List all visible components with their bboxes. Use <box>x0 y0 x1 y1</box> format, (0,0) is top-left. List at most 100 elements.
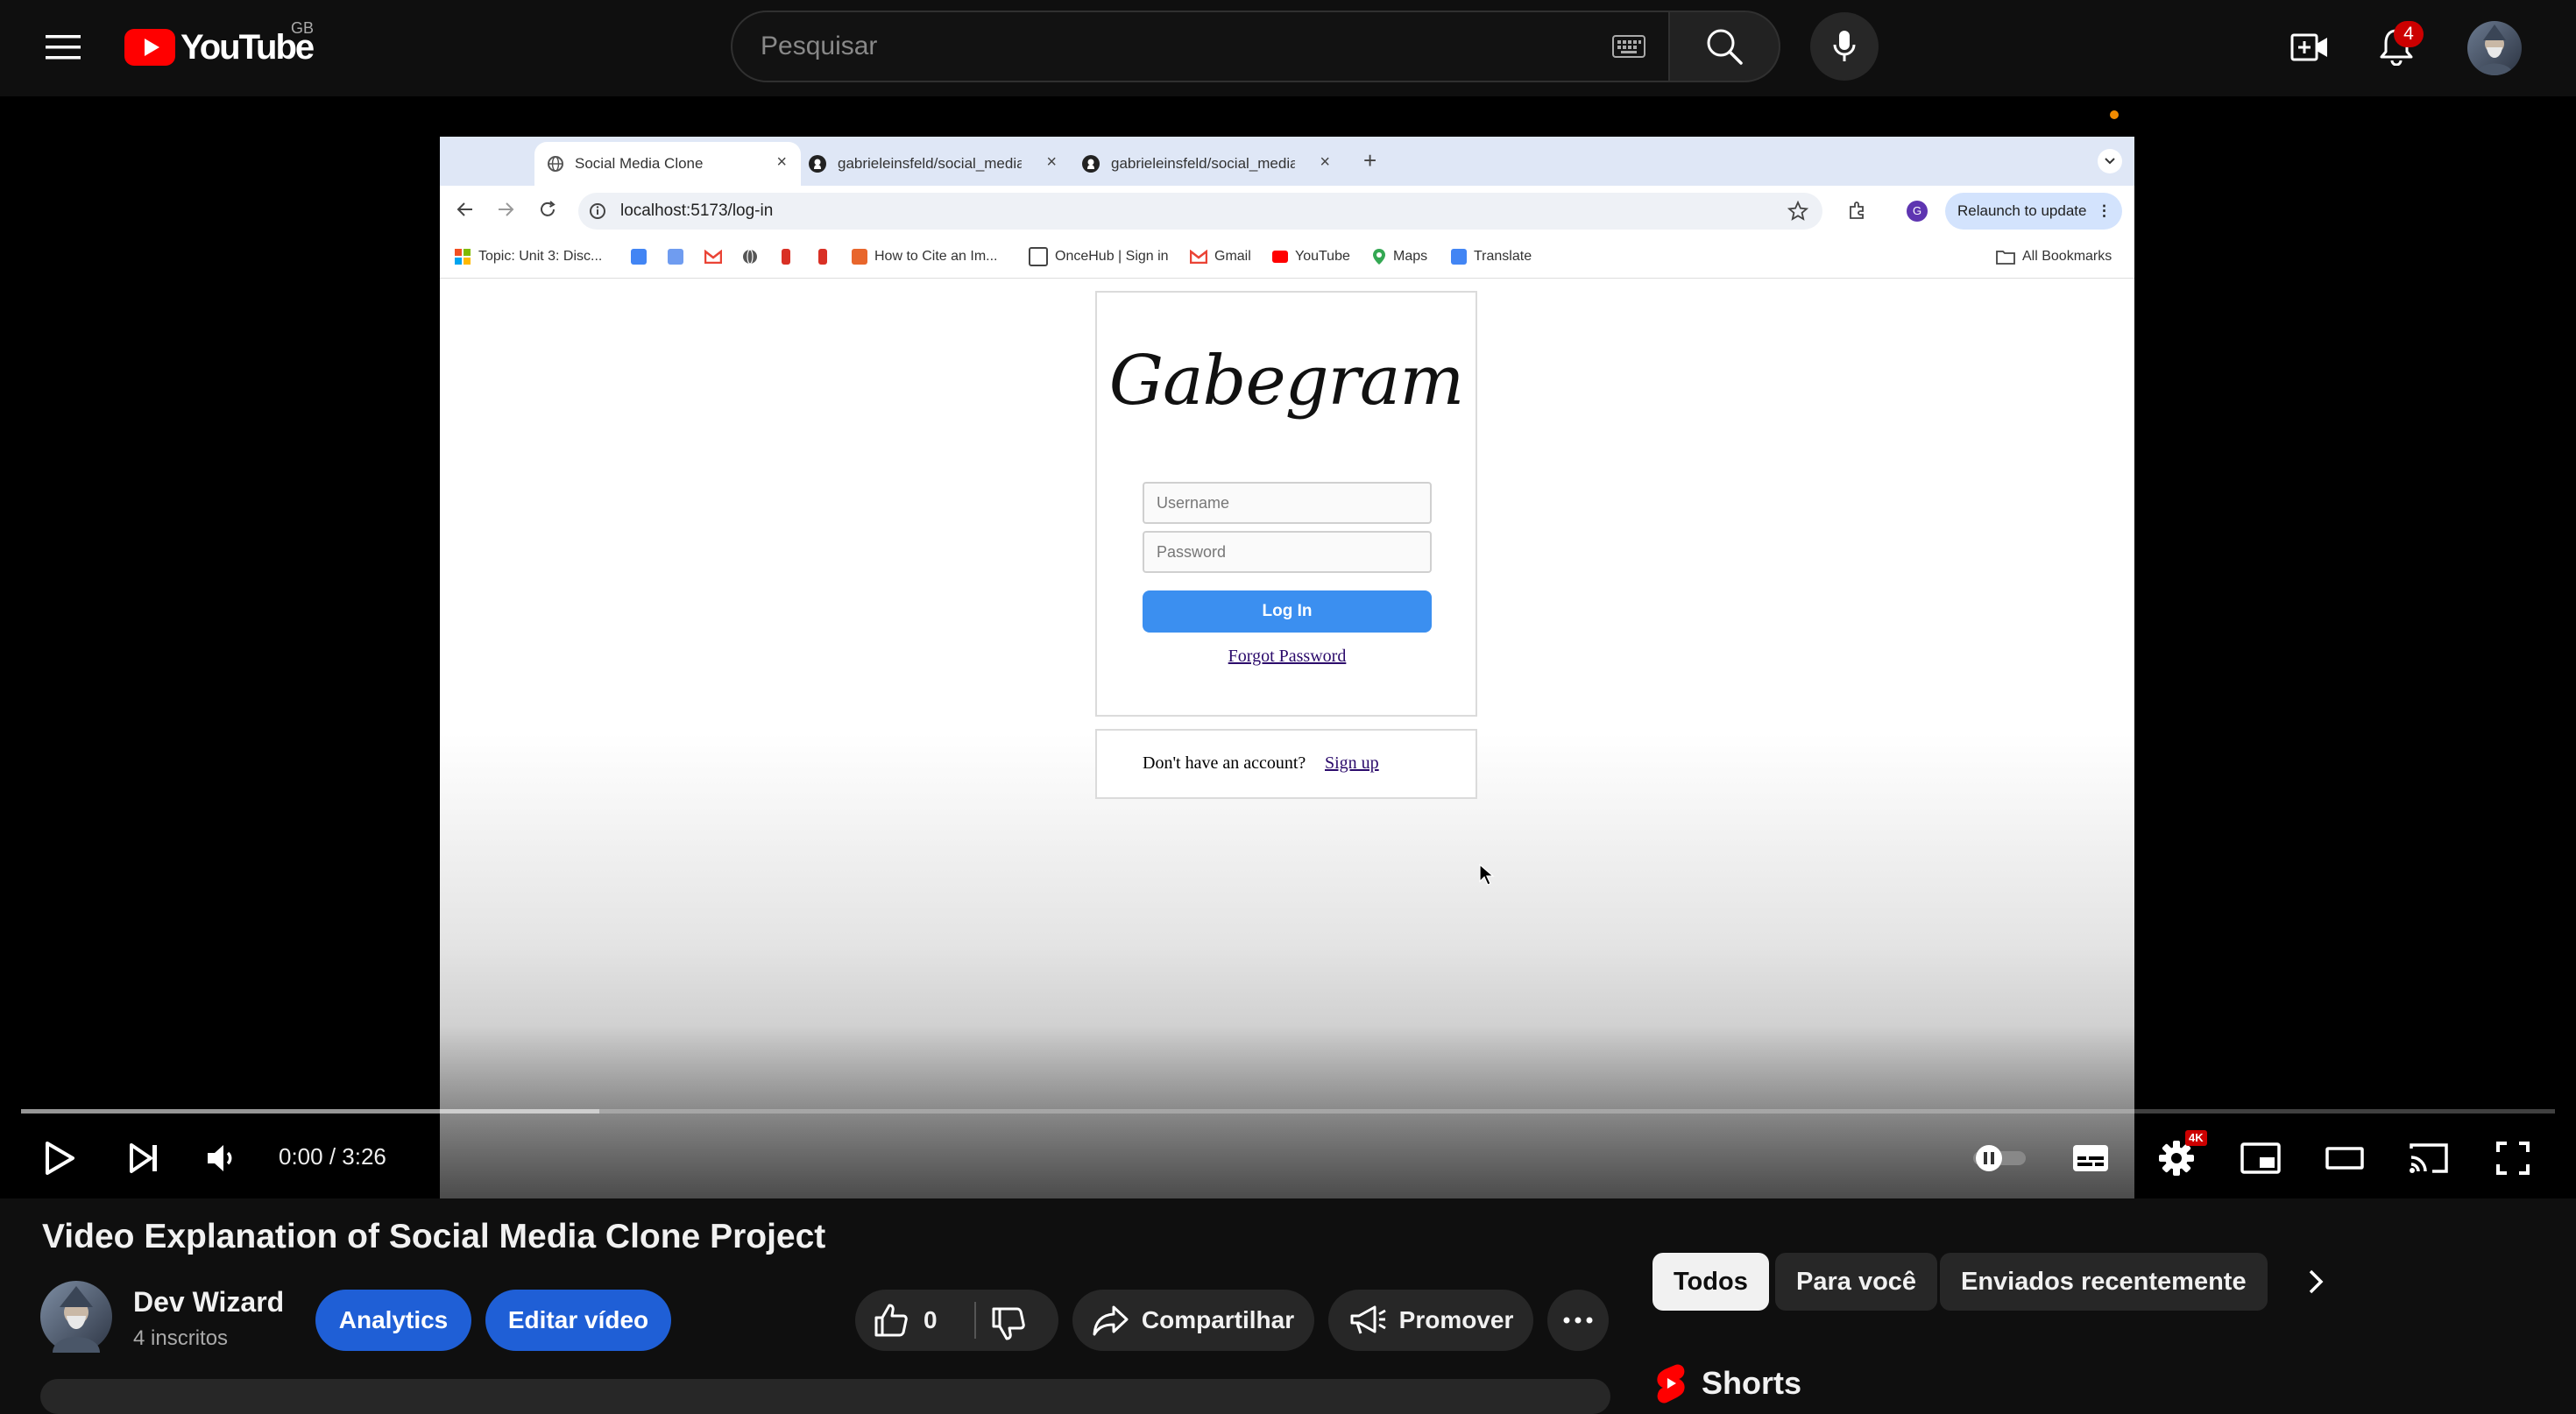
promote-button[interactable]: Promover <box>1328 1290 1533 1351</box>
promote-label: Promover <box>1398 1306 1514 1333</box>
miniplayer-button[interactable] <box>2233 1130 2289 1186</box>
like-count: 0 <box>924 1306 938 1333</box>
translate-bookmark-icon <box>668 244 690 270</box>
theater-icon <box>2325 1147 2364 1170</box>
close-icon: × <box>1046 152 1057 172</box>
subscriber-count: 4 inscritos <box>133 1326 229 1350</box>
megaphone-icon <box>1350 1305 1386 1334</box>
keyboard-icon[interactable] <box>1612 35 1645 58</box>
wizard-avatar-icon <box>2476 25 2513 75</box>
account-avatar[interactable] <box>2467 21 2522 75</box>
youtube-logo[interactable]: YouTube GB <box>124 19 315 70</box>
fullscreen-button[interactable] <box>2485 1130 2541 1186</box>
password-field: Password <box>1143 531 1432 573</box>
description-box[interactable] <box>40 1379 1610 1414</box>
country-code: GB <box>291 19 315 37</box>
bookmark-label: Topic: Unit 3: Disc... <box>478 249 603 264</box>
app-brand-logo: Gabegram <box>1108 342 1465 421</box>
search-input[interactable]: Pesquisar <box>731 11 1670 82</box>
wizard-avatar-icon <box>53 1286 100 1353</box>
more-actions-button[interactable] <box>1547 1290 1609 1351</box>
bookmark-item: All Bookmarks <box>1996 244 2112 270</box>
github-icon <box>1082 155 1100 173</box>
github-icon <box>809 155 826 173</box>
site-info-icon <box>589 202 606 220</box>
tab-label: gabrieleinsfeld/social_media_ <box>1111 155 1295 172</box>
more-horizontal-icon <box>1563 1317 1593 1324</box>
youtube-icon <box>1272 251 1288 263</box>
share-button[interactable]: Compartilhar <box>1072 1290 1314 1351</box>
bookmark-item: Topic: Unit 3: Disc... <box>454 244 602 270</box>
browser-tab-active: Social Media Clone × <box>534 142 801 186</box>
extensions-icon <box>1847 200 1868 221</box>
log-in-button: Log In <box>1143 590 1432 633</box>
search-icon <box>1707 29 1743 65</box>
pdf-bookmark-icon <box>818 244 834 270</box>
globe-icon <box>548 156 563 172</box>
translate-icon <box>1451 249 1467 265</box>
miniplayer-icon <box>2240 1142 2281 1174</box>
next-button[interactable] <box>116 1130 172 1186</box>
like-button[interactable] <box>873 1302 909 1339</box>
subtitles-icon <box>2073 1145 2108 1171</box>
menu-icon[interactable] <box>40 25 86 70</box>
progress-buffered <box>21 1109 599 1114</box>
bookmark-item: How to Cite an Im... <box>852 244 998 270</box>
url-text: localhost:5173/log-in <box>620 201 774 220</box>
gmail-bookmark-icon <box>704 244 722 270</box>
oncehub-icon <box>1029 247 1048 266</box>
close-icon: × <box>776 152 787 172</box>
forgot-password-link: Forgot Password <box>1228 647 1347 666</box>
bookmark-label: Maps <box>1393 249 1428 264</box>
autoplay-toggle[interactable] <box>1971 1130 2028 1186</box>
share-label: Compartilhar <box>1141 1306 1295 1333</box>
dislike-button[interactable] <box>990 1305 1027 1342</box>
volume-button[interactable] <box>195 1130 251 1186</box>
channel-avatar[interactable] <box>40 1281 112 1353</box>
shorts-section-header: Shorts <box>1654 1363 1801 1403</box>
thumbs-up-icon <box>874 1304 908 1337</box>
tab-label: Social Media Clone <box>575 155 704 172</box>
chips-next-button[interactable] <box>2287 1253 2345 1311</box>
chip-for-you[interactable]: Para você <box>1775 1253 1938 1311</box>
voice-search-button[interactable] <box>1810 12 1879 81</box>
edit-video-button[interactable]: Editar vídeo <box>485 1290 671 1351</box>
gmail-icon <box>1190 250 1207 264</box>
search-placeholder: Pesquisar <box>761 32 878 60</box>
new-tab-icon: + <box>1363 147 1377 173</box>
recording-indicator <box>2110 110 2119 119</box>
volume-icon <box>208 1145 232 1171</box>
chevron-right-icon <box>2309 1269 2324 1294</box>
create-video-icon[interactable] <box>2287 25 2332 70</box>
analytics-button[interactable]: Analytics <box>315 1290 471 1351</box>
microsoft-icon <box>455 249 471 265</box>
quality-badge: 4K <box>2185 1130 2207 1146</box>
bookmark-label: All Bookmarks <box>2022 249 2112 264</box>
search-button[interactable] <box>1670 11 1780 82</box>
chip-all[interactable]: Todos <box>1652 1253 1769 1311</box>
docs-bookmark-icon <box>631 244 654 270</box>
relaunch-button: Relaunch to update ⋮ <box>1945 193 2122 230</box>
subtitles-button[interactable] <box>2063 1130 2119 1186</box>
browser-profile-avatar: G <box>1907 201 1928 222</box>
kebab-menu-icon: ⋮ <box>2097 202 2112 219</box>
relaunch-label: Relaunch to update <box>1957 202 2087 219</box>
cast-button[interactable] <box>2401 1130 2457 1186</box>
tab-search-chevron-icon <box>2098 149 2122 173</box>
channel-name[interactable]: Dev Wizard <box>133 1286 284 1319</box>
chip-recently-uploaded[interactable]: Enviados recentemente <box>1940 1253 2268 1311</box>
browser-tab: gabrieleinsfeld/social_media_ × <box>808 142 1071 186</box>
shorts-icon <box>1657 1364 1685 1403</box>
bookmark-item: Gmail <box>1190 244 1251 270</box>
autoplay-pause-icon <box>1973 1145 2026 1171</box>
back-arrow-icon <box>456 200 475 219</box>
folder-icon <box>1996 251 2015 265</box>
bookmark-label: YouTube <box>1295 249 1350 264</box>
play-button[interactable] <box>32 1130 88 1186</box>
forward-arrow-icon <box>496 200 515 219</box>
play-icon <box>46 1142 74 1175</box>
pdf-bookmark-icon <box>782 244 797 270</box>
time-display: 0:00 / 3:26 <box>279 1143 386 1170</box>
theater-mode-button[interactable] <box>2317 1130 2373 1186</box>
reload-icon <box>538 200 557 219</box>
